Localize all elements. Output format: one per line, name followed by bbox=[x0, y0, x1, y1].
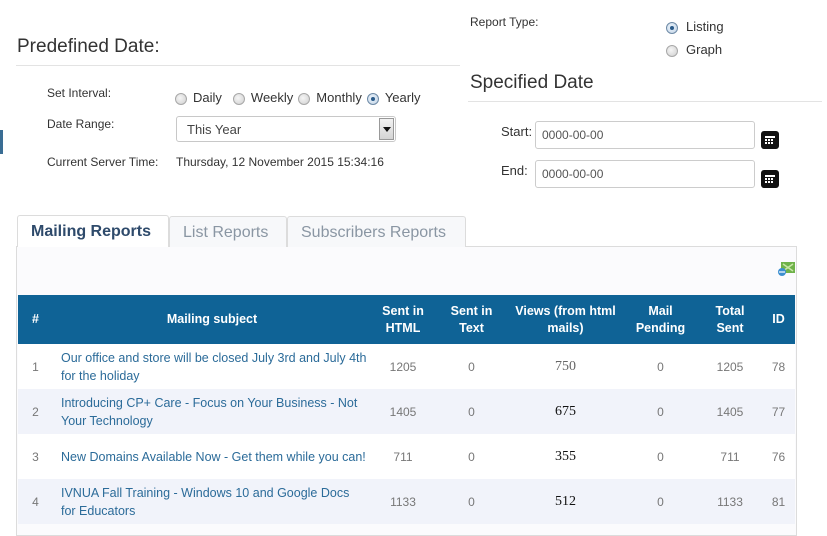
mailing-id: 81 bbox=[762, 479, 795, 524]
table-row: 1 Our office and store will be closed Ju… bbox=[18, 344, 795, 389]
sent-html: 711 bbox=[371, 434, 435, 479]
col-mail-pending[interactable]: Mail Pending bbox=[623, 295, 698, 344]
mailing-subject-link[interactable]: Introducing CP+ Care - Focus on Your Bus… bbox=[61, 396, 357, 428]
start-label: Start: bbox=[501, 124, 533, 139]
start-date-input[interactable] bbox=[535, 121, 755, 149]
radio-yearly[interactable] bbox=[366, 93, 379, 105]
views: 355 bbox=[508, 434, 623, 479]
divider bbox=[16, 65, 460, 66]
row-number: 3 bbox=[18, 434, 53, 479]
set-interval-label: Set Interval: bbox=[47, 86, 112, 100]
mailing-subject-link[interactable]: Our office and store will be closed July… bbox=[61, 351, 367, 383]
views: 750 bbox=[508, 344, 623, 389]
radio-monthly[interactable] bbox=[298, 93, 311, 105]
chevron-down-icon[interactable] bbox=[379, 118, 394, 140]
total-sent: 1205 bbox=[698, 344, 762, 389]
total-sent: 711 bbox=[698, 434, 762, 479]
table-row: 2 Introducing CP+ Care - Focus on Your B… bbox=[18, 389, 795, 434]
mailing-id: 78 bbox=[762, 344, 795, 389]
report-type-graph[interactable]: Graph bbox=[666, 42, 722, 57]
interval-monthly-label: Monthly bbox=[316, 90, 362, 105]
sent-text: 0 bbox=[435, 344, 508, 389]
sent-text: 0 bbox=[435, 434, 508, 479]
graph-label: Graph bbox=[686, 42, 723, 57]
total-sent: 1405 bbox=[698, 389, 762, 434]
mail-pending: 0 bbox=[623, 479, 698, 524]
table-row: 3 New Domains Available Now - Get them w… bbox=[18, 434, 795, 479]
date-range-label: Date Range: bbox=[47, 117, 115, 131]
col-sent-text[interactable]: Sent in Text bbox=[435, 295, 508, 344]
interval-weekly[interactable]: Weekly bbox=[232, 90, 294, 105]
mailing-subject-link[interactable]: New Domains Available Now - Get them whi… bbox=[61, 450, 366, 464]
total-sent: 1133 bbox=[698, 479, 762, 524]
report-type-listing[interactable]: Listing bbox=[666, 19, 724, 34]
interval-yearly-label: Yearly bbox=[384, 90, 421, 105]
sent-text: 0 bbox=[435, 389, 508, 434]
row-number: 2 bbox=[18, 389, 53, 434]
sent-text: 0 bbox=[435, 479, 508, 524]
col-views[interactable]: Views (from html mails) bbox=[508, 295, 623, 344]
listing-label: Listing bbox=[686, 19, 724, 34]
sent-html: 1405 bbox=[371, 389, 435, 434]
mailing-id: 77 bbox=[762, 389, 795, 434]
specified-date-title: Specified Date bbox=[470, 72, 594, 93]
interval-monthly[interactable]: Monthly bbox=[298, 90, 362, 105]
server-time-label: Current Server Time: bbox=[47, 155, 159, 169]
predefined-date-title: Predefined Date: bbox=[17, 36, 160, 57]
tab-mailing-reports[interactable]: Mailing Reports bbox=[17, 215, 169, 247]
left-accent-bar bbox=[0, 130, 3, 154]
tab-list-reports[interactable]: List Reports bbox=[169, 216, 287, 247]
radio-graph[interactable] bbox=[666, 45, 678, 57]
interval-daily[interactable]: Daily bbox=[175, 90, 222, 105]
mailing-id: 76 bbox=[762, 434, 795, 479]
col-id[interactable]: ID bbox=[762, 295, 795, 344]
mailing-subject-link[interactable]: IVNUA Fall Training - Windows 10 and Goo… bbox=[61, 486, 349, 518]
excel-export-icon[interactable] bbox=[777, 261, 795, 277]
col-sent-html[interactable]: Sent in HTML bbox=[371, 295, 435, 344]
sent-html: 1205 bbox=[371, 344, 435, 389]
table-header-row: # Mailing subject Sent in HTML Sent in T… bbox=[18, 295, 795, 344]
views: 512 bbox=[508, 479, 623, 524]
end-date-input[interactable] bbox=[535, 160, 755, 188]
date-range-select[interactable]: This Year bbox=[176, 116, 396, 142]
calendar-icon[interactable] bbox=[761, 131, 779, 149]
row-number: 1 bbox=[18, 344, 53, 389]
mailing-reports-table: # Mailing subject Sent in HTML Sent in T… bbox=[18, 295, 795, 524]
end-label: End: bbox=[501, 163, 528, 178]
divider bbox=[468, 101, 822, 102]
mail-pending: 0 bbox=[623, 434, 698, 479]
tab-subscribers-reports[interactable]: Subscribers Reports bbox=[287, 216, 466, 247]
sent-html: 1133 bbox=[371, 479, 435, 524]
views: 675 bbox=[508, 389, 623, 434]
radio-listing[interactable] bbox=[666, 22, 678, 34]
interval-daily-label: Daily bbox=[193, 90, 222, 105]
date-range-value: This Year bbox=[187, 122, 242, 137]
mail-pending: 0 bbox=[623, 389, 698, 434]
interval-yearly[interactable]: Yearly bbox=[366, 90, 421, 105]
col-mailing-subject[interactable]: Mailing subject bbox=[53, 295, 371, 344]
mail-pending: 0 bbox=[623, 344, 698, 389]
server-time-value: Thursday, 12 November 2015 15:34:16 bbox=[176, 155, 384, 169]
calendar-icon[interactable] bbox=[761, 170, 779, 188]
report-type-label: Report Type: bbox=[470, 15, 539, 29]
col-total-sent[interactable]: Total Sent bbox=[698, 295, 762, 344]
interval-weekly-label: Weekly bbox=[250, 90, 294, 105]
interval-radio-group: Daily Weekly Monthly Yearly bbox=[175, 90, 425, 105]
col-number[interactable]: # bbox=[18, 295, 53, 344]
radio-daily[interactable] bbox=[175, 93, 187, 105]
row-number: 4 bbox=[18, 479, 53, 524]
table-row: 4 IVNUA Fall Training - Windows 10 and G… bbox=[18, 479, 795, 524]
radio-weekly[interactable] bbox=[232, 93, 245, 105]
